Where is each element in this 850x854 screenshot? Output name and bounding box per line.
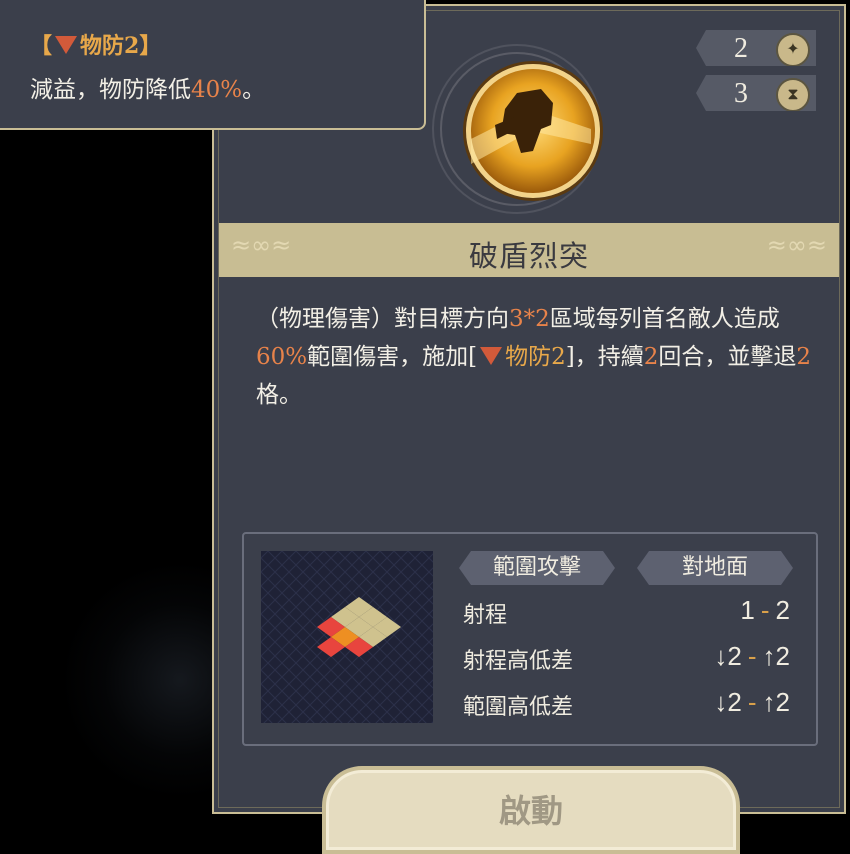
skill-name: 破盾烈突: [468, 239, 589, 273]
desc-knockback: 2: [796, 344, 812, 370]
tag-ground-target: 對地面: [637, 551, 793, 585]
skill-title-band: ≈∞≈ ≈∞≈ 破盾烈突: [219, 223, 839, 277]
desc-part: ]，持續: [565, 344, 644, 370]
tooltip-desc-prefix: 減益，物防降低: [30, 77, 191, 103]
tooltip-bracket-close: 】: [139, 33, 162, 59]
desc-part: 範圍傷害，施加[: [307, 344, 478, 370]
area-height-value: ↓2- ↑2: [714, 687, 790, 718]
tooltip-desc-value: 40%: [191, 77, 243, 103]
desc-damage: 60%: [256, 344, 308, 370]
debuff-icon: [480, 347, 503, 365]
desc-buff[interactable]: 物防2: [505, 344, 566, 370]
hourglass-icon: ⧗: [776, 78, 810, 111]
range-max: 2: [775, 595, 790, 625]
range-height-value: ↓2- ↑2: [714, 641, 790, 672]
area-height-separator: -: [747, 687, 757, 717]
debuff-icon: [55, 36, 78, 54]
arrow-up-icon: ↑: [762, 687, 776, 717]
activate-label: 啟動: [498, 792, 563, 830]
cost-value: 2: [734, 33, 748, 64]
tooltip-title-text: 物防2: [80, 33, 140, 59]
cost-stat: 2 ✦: [696, 30, 816, 66]
area-height-down: 2: [727, 687, 742, 717]
desc-turns: 2: [643, 344, 659, 370]
arrow-down-icon: ↓: [714, 687, 728, 717]
activate-button[interactable]: 啟動: [322, 766, 740, 854]
desc-part: （物理傷害）對目標方向: [256, 306, 509, 332]
area-height-label: 範圍高低差: [463, 695, 574, 720]
tooltip-desc-suffix: 。: [242, 77, 266, 103]
range-value: 1-2: [740, 595, 790, 626]
range-separator: -: [760, 595, 770, 625]
cooldown-value: 3: [734, 78, 748, 109]
range-height-up: 2: [775, 641, 790, 671]
desc-part: 回合，並擊退: [658, 344, 797, 370]
arrow-up-icon: ↑: [762, 641, 776, 671]
desc-part: 區域每列首名敵人造成: [549, 306, 780, 332]
range-height-down: 2: [727, 641, 742, 671]
skill-description: （物理傷害）對目標方向3*2區域每列首名敵人造成 60%範圍傷害，施加[ 物防2]，…: [256, 300, 816, 414]
tooltip-description: 減益，物防降低40%。: [30, 70, 265, 104]
area-grid-preview: [261, 551, 433, 723]
star-icon: ✦: [776, 33, 810, 66]
range-label: 射程: [463, 603, 508, 628]
tag-area-attack: 範圍攻擊: [459, 551, 615, 585]
range-height-separator: -: [747, 641, 757, 671]
range-min: 1: [740, 595, 755, 625]
desc-area: 3*2: [509, 306, 550, 332]
debuff-tooltip: 【 物防2】 減益，物防降低40%。: [0, 0, 426, 130]
cooldown-stat: 3 ⧗: [696, 75, 816, 111]
tooltip-bracket-open: 【: [30, 33, 53, 59]
area-height-up: 2: [775, 687, 790, 717]
shield-break-icon: [466, 64, 600, 198]
arrow-down-icon: ↓: [714, 641, 728, 671]
desc-part: 格。: [256, 382, 302, 408]
range-height-label: 射程高低差: [463, 649, 574, 674]
tooltip-title: 【 物防2】: [30, 28, 161, 60]
